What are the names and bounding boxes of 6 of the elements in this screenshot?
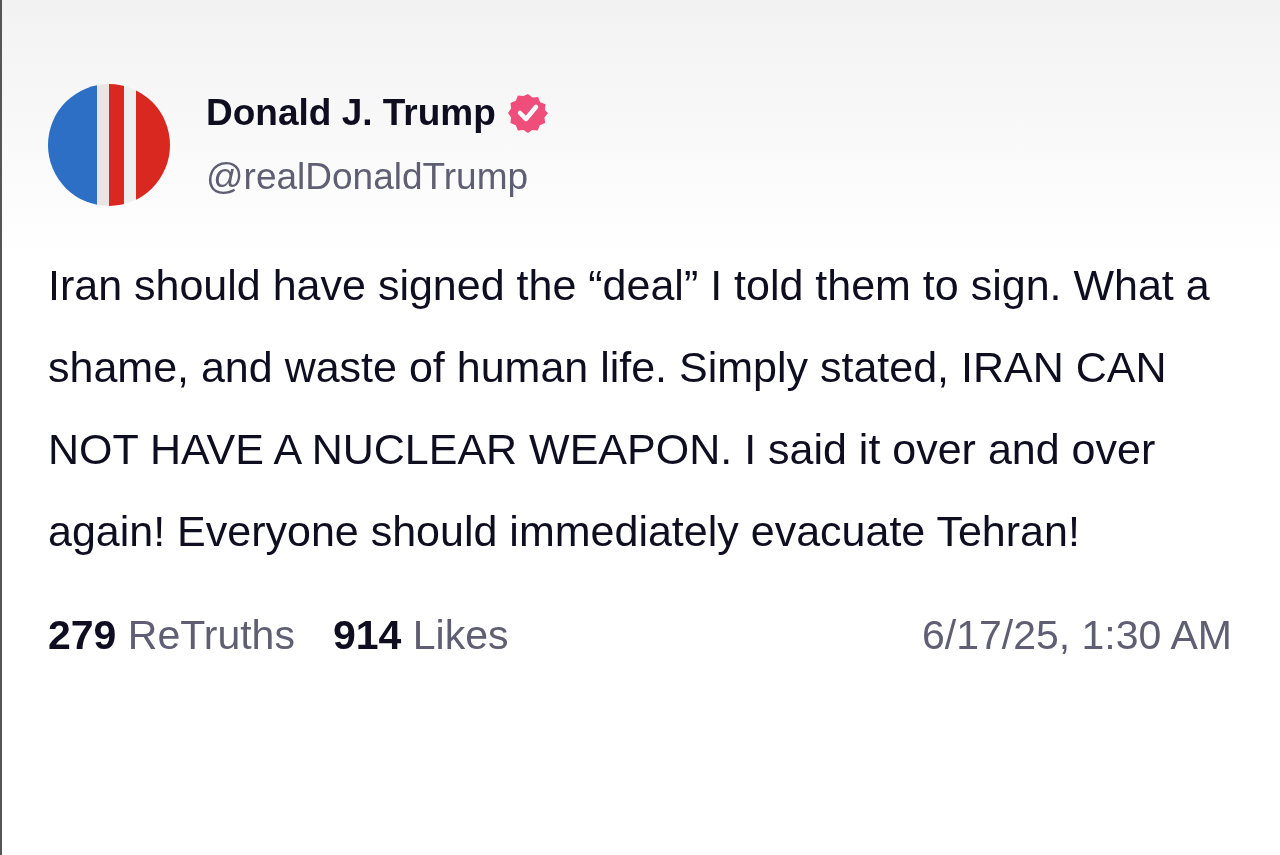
author-name: Donald J. Trump: [206, 92, 496, 134]
post-timestamp: 6/17/25, 1:30 AM: [922, 612, 1232, 659]
post-text: Iran should have signed the “deal” I told them to sign. What a shame, and waste of human life. Simply stated, IRAN CAN NOT HAVE A NUCLEAR WEAPON. I said it over and over again! Everyone should immediately evacuate Tehran!: [48, 260, 1211, 557]
stat-count[interactable]: 914 Likes: [332, 612, 509, 659]
stat-count[interactable]: 279 ReTruths: [48, 612, 295, 659]
author-handle[interactable]: @realDonaldTrump: [206, 156, 548, 198]
